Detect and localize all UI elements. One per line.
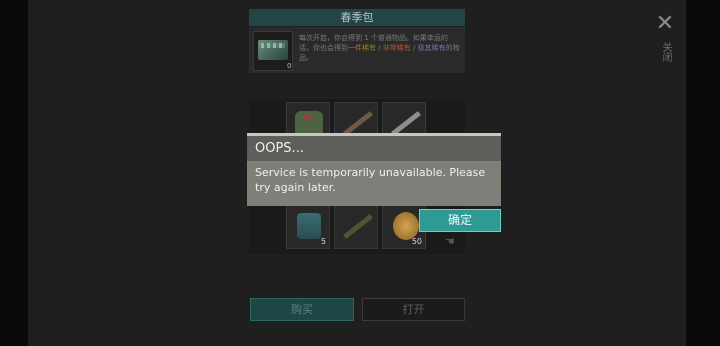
pack-description: 每次开启，你会得到 1 个普通物品。如果幸运的话，你也会得到一件稀有 / 非常稀…: [299, 33, 461, 63]
pack-count: 0: [287, 62, 292, 70]
crate-icon: [258, 40, 288, 60]
game-screen: ✕ 关闭 春季包 0 每次开启，你会得到 1 个普通物品。如果幸运的话，你也会得…: [0, 0, 720, 346]
dialog-message: Service is temporarily unavailable. Plea…: [255, 166, 486, 194]
right-bezel: [686, 0, 720, 346]
close-button[interactable]: ✕ 关闭: [652, 12, 678, 72]
desc-sep1: /: [376, 44, 383, 52]
close-label: 关闭: [660, 42, 671, 62]
buy-button[interactable]: 购买: [250, 298, 354, 321]
error-dialog: OOPS... Service is temporarily unavailab…: [247, 133, 501, 206]
backpack-icon: [297, 213, 321, 239]
dialog-title: OOPS...: [247, 136, 501, 161]
medkit-icon: [295, 111, 323, 135]
slot-qty: 5: [320, 237, 326, 246]
left-bezel: [0, 0, 28, 346]
desc-legend: 极其稀有: [417, 44, 446, 52]
desc-sep2: /: [410, 44, 418, 52]
coin-icon: [393, 212, 419, 240]
reward-slot-backpack[interactable]: 5: [286, 205, 330, 249]
pack-title: 春季包: [249, 9, 465, 26]
pack-card: 0 每次开启，你会得到 1 个普通物品。如果幸运的话，你也会得到一件稀有 / 非…: [249, 27, 465, 73]
close-icon: ✕: [655, 11, 675, 36]
hand-icon: ☚: [445, 235, 455, 248]
slot-qty: 50: [411, 237, 422, 246]
camo-rifle-icon: [343, 214, 373, 239]
reward-slot-camo-rifle[interactable]: [334, 205, 378, 249]
desc-epic: 非常稀有: [382, 44, 411, 52]
desc-rare: 一件稀有: [348, 44, 376, 52]
open-button[interactable]: 打开: [362, 298, 465, 321]
confirm-button[interactable]: 确定: [419, 209, 501, 232]
